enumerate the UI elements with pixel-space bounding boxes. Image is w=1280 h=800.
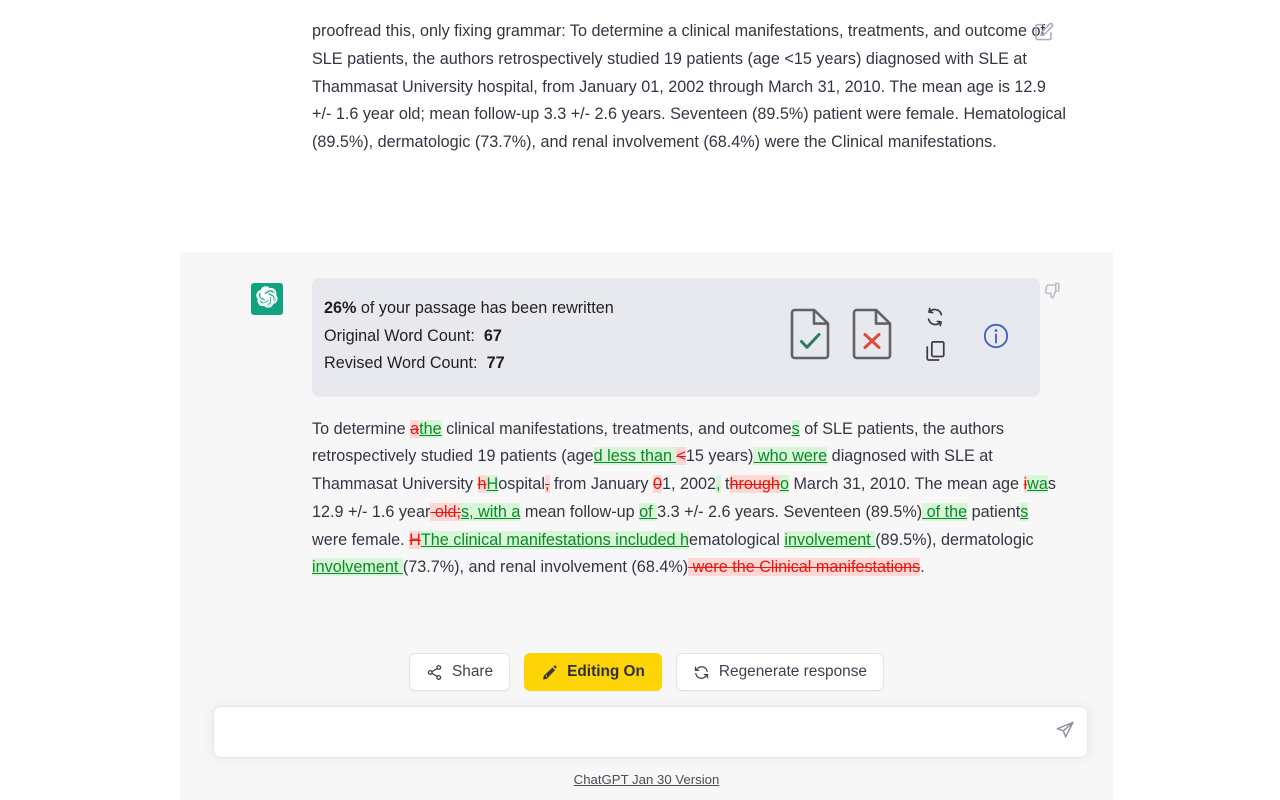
document-check-icon [788,308,832,365]
diff-insertion: s [1020,503,1028,521]
diff-deletion: h [478,475,487,493]
rewrite-stats-actions [764,306,1020,366]
rewritten-diff-text: To determine athe clinical manifestation… [312,416,1067,583]
diff-insertion: involvement [312,558,403,576]
version-link[interactable]: ChatGPT Jan 30 Version [574,772,720,787]
openai-logo-icon [256,286,278,313]
original-word-count-value: 67 [484,327,502,345]
footer-version-note: ChatGPT Jan 30 Version [180,772,1113,787]
send-paper-plane-icon [1055,720,1075,745]
user-message-text: proofread this, only fixing grammar: To … [312,18,1067,157]
user-message-inner: proofread this, only fixing grammar: To … [224,18,1069,157]
rewrite-stats-card: 26% of your passage has been rewritten O… [312,278,1040,397]
thumbs-down-icon[interactable] [1043,282,1061,300]
share-nodes-icon [426,664,443,681]
diff-deletion: old; [430,503,461,521]
rewritten-percent-value: 26% [324,299,356,317]
edit-pencil-square-icon[interactable] [1033,21,1055,43]
refresh-button[interactable] [920,306,950,332]
chat-page: proofread this, only fixing grammar: To … [0,0,1280,800]
composer-zone: ChatGPT Jan 30 Version [180,696,1113,800]
revised-word-count-label: Revised Word Count: [324,354,478,372]
diff-insertion: of [639,503,657,521]
reject-all-button[interactable] [844,306,900,366]
rewrite-stats-text: 26% of your passage has been rewritten O… [324,295,764,378]
diff-insertion: d less than [594,447,677,465]
diff-insertion: o [780,475,789,493]
regenerate-response-label: Regenerate response [719,663,867,681]
accept-all-button[interactable] [782,306,838,366]
pen-nib-icon [541,664,558,681]
rewritten-percent-suffix: of your passage has been rewritten [356,299,613,317]
rewritten-percent-line: 26% of your passage has been rewritten [324,295,764,323]
diff-insertion: H [487,475,499,493]
diff-insertion: who were [753,447,827,465]
diff-insertion: the [419,420,442,438]
refresh-arrows-icon [693,664,710,681]
diff-deletion: , [545,475,550,493]
copy-icon [925,340,946,367]
share-button-label: Share [452,663,493,681]
revised-word-count-line: Revised Word Count: 77 [324,350,764,378]
share-button[interactable]: Share [409,653,510,691]
secondary-actions [920,306,950,366]
info-button[interactable] [982,322,1010,350]
diff-insertion: The clinical manifestations included h [421,531,689,549]
diff-deletion: H [409,531,421,549]
avatar [251,283,283,315]
diff-deletion: 0 [653,475,662,493]
action-bar: Share Editing On Regenerate response [180,648,1113,696]
original-word-count-label: Original Word Count: [324,327,475,345]
diff-insertion: wa [1027,475,1048,493]
revised-word-count-value: 77 [487,354,505,372]
copy-button[interactable] [920,340,950,366]
assistant-message-inner: 26% of your passage has been rewritten O… [224,252,1069,582]
diff-deletion: were the Clinical manifestations [688,558,920,576]
diff-insertion: of the [922,503,967,521]
loop-refresh-icon [924,307,946,332]
diff-insertion: involvement [784,531,875,549]
send-button[interactable] [1043,707,1087,757]
document-x-icon [850,308,894,365]
assistant-message: 26% of your passage has been rewritten O… [180,252,1113,648]
diff-deletion: hrough [730,475,780,493]
diff-insertion: s, with a [461,503,520,521]
original-word-count-line: Original Word Count: 67 [324,323,764,351]
diff-insertion: , [716,475,721,493]
diff-deletion: < [676,447,685,465]
regenerate-response-button[interactable]: Regenerate response [676,653,884,691]
diff-insertion: s [792,420,800,438]
composer [213,706,1088,758]
chat-input[interactable] [214,707,1043,757]
editing-toggle-button[interactable]: Editing On [524,653,662,691]
diff-deletion: a [410,420,419,438]
user-message: proofread this, only fixing grammar: To … [180,0,1113,181]
info-circle-icon [982,337,1010,354]
editing-toggle-label: Editing On [567,663,645,681]
